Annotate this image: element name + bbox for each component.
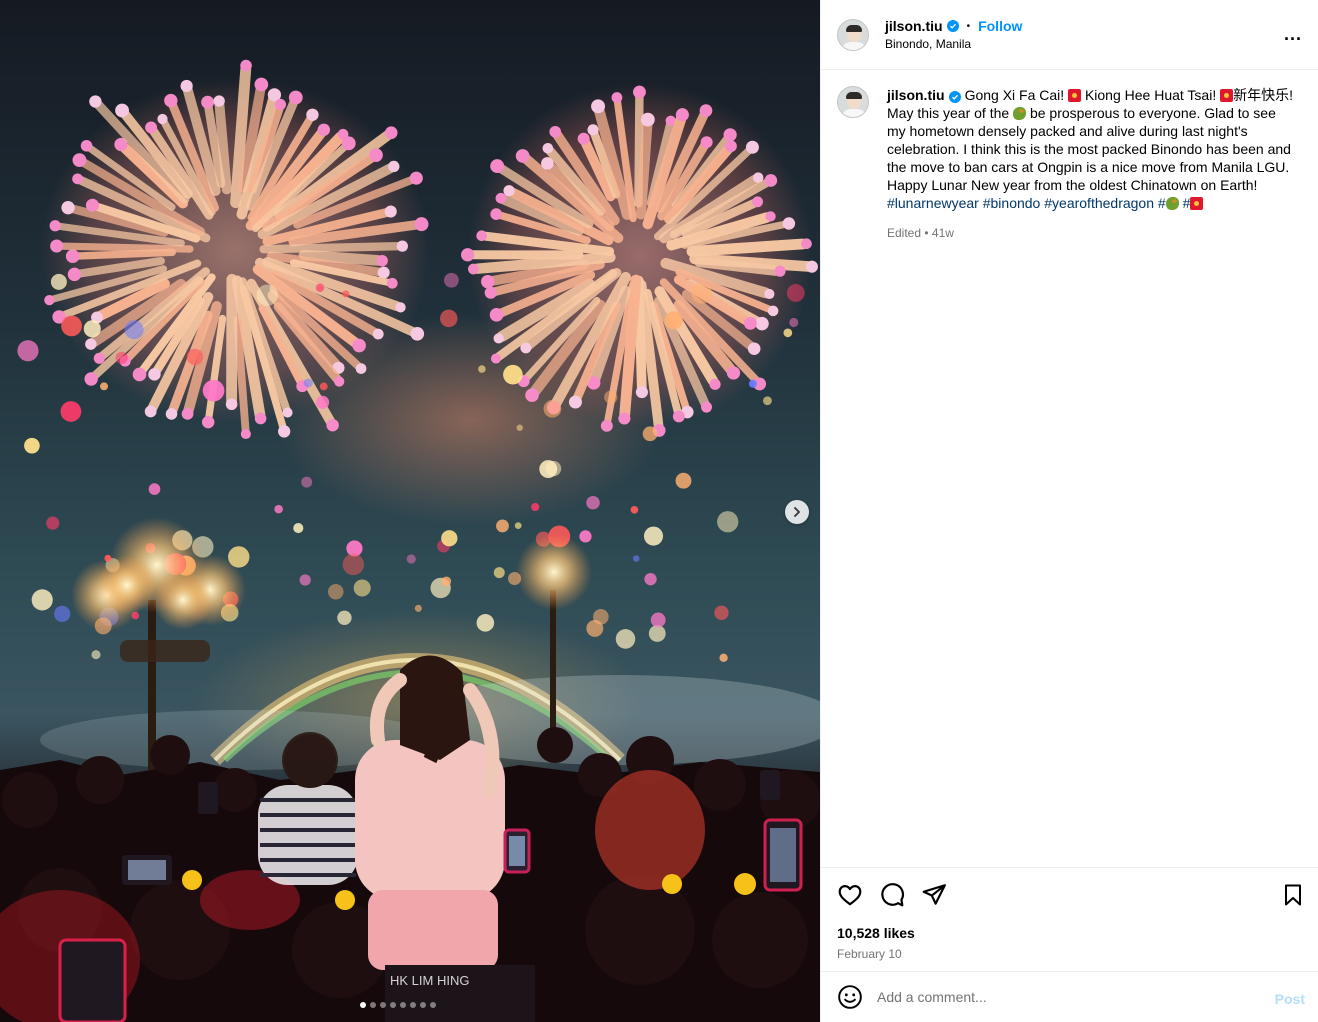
post-age[interactable]: 41w bbox=[932, 226, 954, 240]
post-media[interactable]: HK LIM HING bbox=[0, 0, 820, 1022]
hashtags: #lunarnewyear #binondo #yearofthedragon … bbox=[887, 194, 1297, 212]
red-envelope-emoji bbox=[1220, 89, 1234, 102]
carousel-dot[interactable] bbox=[400, 1002, 406, 1008]
post-date: February 10 bbox=[837, 947, 902, 961]
caption: jilson.tiu Gong Xi Fa Cai! Kiong Hee Hua… bbox=[837, 86, 1307, 242]
verified-icon bbox=[948, 91, 961, 103]
edited-separator: • bbox=[921, 226, 932, 240]
hashtag-link[interactable]: # bbox=[1158, 195, 1179, 211]
carousel-dot[interactable] bbox=[410, 1002, 416, 1008]
carousel-dot[interactable] bbox=[380, 1002, 386, 1008]
dragon-emoji bbox=[1013, 107, 1027, 120]
share-icon[interactable] bbox=[921, 882, 947, 908]
separator-dot: • bbox=[966, 20, 971, 32]
edited-label: Edited bbox=[887, 226, 922, 240]
carousel-dot[interactable] bbox=[360, 1002, 366, 1008]
more-icon[interactable]: ... bbox=[1284, 24, 1302, 45]
comment-input[interactable] bbox=[877, 989, 1257, 1005]
next-slide-button[interactable] bbox=[785, 500, 809, 524]
avatar[interactable] bbox=[837, 86, 869, 118]
follow-button[interactable]: Follow bbox=[978, 18, 1022, 34]
carousel-dot[interactable] bbox=[420, 1002, 426, 1008]
comment-icon[interactable] bbox=[879, 882, 905, 908]
fireworks-photo: HK LIM HING bbox=[0, 59, 820, 1022]
username[interactable]: jilson.tiu bbox=[885, 18, 943, 34]
red-envelope-emoji bbox=[1068, 89, 1082, 102]
action-bar: 10,528 likes February 10 bbox=[821, 867, 1318, 961]
emoji-icon[interactable] bbox=[837, 984, 863, 1010]
carousel-dots bbox=[360, 1002, 436, 1008]
dragon-emoji bbox=[1165, 197, 1179, 210]
hashtag-link[interactable]: # bbox=[1183, 195, 1204, 211]
carousel-dot[interactable] bbox=[430, 1002, 436, 1008]
chevron-right-icon bbox=[794, 507, 800, 517]
hashtag-link[interactable]: #lunarnewyear bbox=[887, 195, 979, 211]
red-envelope-emoji bbox=[1190, 197, 1204, 210]
avatar[interactable] bbox=[837, 18, 869, 51]
post-side-panel: jilson.tiu • Follow Binondo, Manila ... … bbox=[820, 0, 1318, 1022]
post-header: jilson.tiu • Follow Binondo, Manila ... bbox=[821, 0, 1318, 70]
hashtag-link[interactable]: #binondo bbox=[983, 195, 1041, 211]
verified-icon bbox=[946, 20, 959, 32]
location-link[interactable]: Binondo, Manila bbox=[885, 37, 1022, 51]
likes-count[interactable]: 10,528 likes bbox=[821, 925, 1318, 941]
comment-form: Post bbox=[821, 971, 1318, 1022]
bookmark-icon[interactable] bbox=[1281, 883, 1305, 907]
edited-timestamp: Edited • 41w bbox=[887, 224, 1297, 242]
carousel-dot[interactable] bbox=[390, 1002, 396, 1008]
caption-text-2: Kiong Hee Huat Tsai! bbox=[1081, 87, 1221, 103]
caption-text-1: Gong Xi Fa Cai! bbox=[964, 87, 1069, 103]
post-comment-button[interactable]: Post bbox=[1275, 991, 1305, 1007]
hashtag-link[interactable]: #yearofthedragon bbox=[1044, 195, 1154, 211]
caption-username[interactable]: jilson.tiu bbox=[887, 87, 945, 103]
carousel-dot[interactable] bbox=[370, 1002, 376, 1008]
heart-icon[interactable] bbox=[837, 882, 863, 908]
shirt-text: HK LIM HING bbox=[390, 973, 469, 988]
